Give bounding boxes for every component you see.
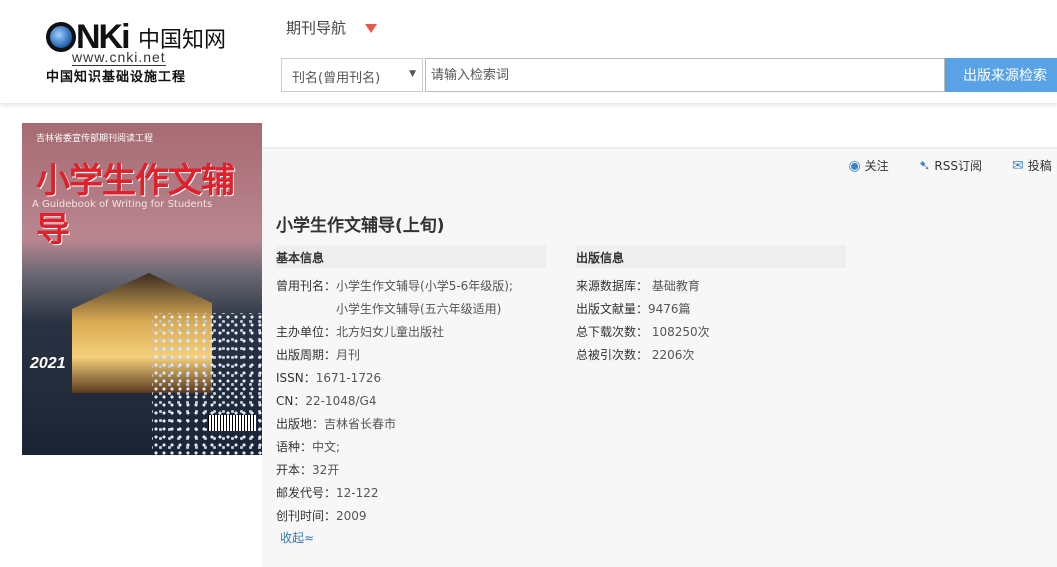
info-row: 创刊时间：2009 [276, 507, 367, 524]
former-names-row: 曾用刊名：小学生作文辅导(小学5-6年级版); [276, 277, 513, 294]
rss-icon: ➷ [918, 157, 931, 174]
rss-button[interactable]: ➷ RSS订阅 [919, 157, 982, 174]
row-value: 小学生作文辅导(小学5-6年级版); [336, 279, 514, 293]
barcode [208, 415, 256, 431]
info-row: 语种：中文; [276, 438, 340, 455]
row-label: 出版周期： [276, 348, 337, 362]
follow-label: 关注 [864, 159, 889, 173]
row-value: 2009 [336, 509, 367, 523]
info-row: 总被引次数： 2206次 [576, 346, 694, 363]
info-row: ISSN：1671-1726 [276, 369, 381, 386]
row-value: 基础教育 [648, 279, 700, 293]
row-value: 22-1048/G4 [305, 394, 377, 408]
row-label: 曾用刊名： [276, 279, 337, 293]
globe-icon [46, 22, 76, 52]
journal-title: 小学生作文辅导(上旬) [276, 216, 445, 236]
info-row: 邮发代号：12-122 [276, 484, 379, 501]
journal-cover-image: 吉林省委宣传部期刊阅读工程 小学生作文辅导 A Guidebook of Wri… [22, 123, 262, 455]
submit-label: 投稿 [1027, 159, 1052, 173]
row-label: 创刊时间： [276, 509, 337, 523]
cover-year: 2021 [30, 355, 66, 372]
row-value: 中文; [312, 440, 341, 454]
search-button[interactable]: 出版来源检索 [945, 58, 1057, 92]
mail-icon: ✉ [1012, 157, 1024, 174]
row-value: 12-122 [336, 486, 379, 500]
basic-info-heading: 基本信息 [276, 245, 546, 268]
logo-url: www.cnki.net [72, 49, 166, 66]
caret-down-icon: ▼ [409, 69, 416, 79]
collapse-link[interactable]: 收起≈ [280, 529, 314, 546]
search-field-selected: 刊名(曾用刊名) [292, 71, 381, 86]
info-row: 来源数据库： 基础教育 [576, 277, 700, 294]
row-label: 出版地： [276, 417, 325, 431]
cover-subtitle: A Guidebook of Writing for Students [32, 199, 213, 210]
submit-button[interactable]: ✉ 投稿 [1012, 157, 1057, 174]
cnki-logo[interactable]: NKi 中国知网 www.cnki.net 中国知识基础设施工程 [46, 18, 231, 85]
row-value: 9476篇 [648, 302, 691, 316]
follow-button[interactable]: ◉ 关注 [848, 157, 888, 174]
row-label: 开本： [276, 463, 313, 477]
row-label: 总下载次数： [576, 325, 649, 339]
row-value: 108250次 [648, 325, 710, 339]
info-row: 出版周期：月刊 [276, 346, 360, 363]
row-label: ISSN： [276, 371, 316, 385]
action-bar: ◉ 关注 ➷ RSS订阅 ✉ 投稿 [818, 157, 1057, 174]
row-label: 总被引次数： [576, 348, 649, 362]
cover-snow [152, 313, 262, 455]
search-input[interactable] [425, 58, 945, 92]
info-row: 出版文献量：9476篇 [576, 300, 691, 317]
info-row: 开本：32开 [276, 461, 339, 478]
row-label: 出版文献量： [576, 302, 649, 316]
row-label: 来源数据库： [576, 279, 649, 293]
publish-info-heading: 出版信息 [576, 245, 846, 268]
eye-icon: ◉ [848, 157, 861, 174]
row-value: 月刊 [336, 348, 361, 362]
row-label: CN： [276, 394, 306, 408]
cover-top-text: 吉林省委宣传部期刊阅读工程 [36, 134, 154, 144]
header: NKi 中国知网 www.cnki.net 中国知识基础设施工程 期刊导航 刊名… [0, 0, 1057, 103]
row-value: 2206次 [648, 348, 695, 362]
dropdown-arrow-icon[interactable] [365, 24, 377, 33]
row-label: 主办单位： [276, 325, 337, 339]
rss-label: RSS订阅 [934, 159, 982, 173]
info-row: 主办单位：北方妇女儿童出版社 [276, 323, 444, 340]
logo-subtitle: 中国知识基础设施工程 [46, 70, 187, 85]
row-label: 邮发代号： [276, 486, 337, 500]
info-row: CN：22-1048/G4 [276, 392, 376, 409]
row-value: 1671-1726 [315, 371, 382, 385]
row-value: 32开 [312, 463, 340, 477]
info-row: 总下载次数： 108250次 [576, 323, 710, 340]
journal-nav-menu[interactable]: 期刊导航 [286, 17, 346, 38]
info-row: 出版地：吉林省长春市 [276, 415, 396, 432]
row-label: 语种： [276, 440, 313, 454]
search-field-select[interactable]: 刊名(曾用刊名) ▼ [281, 58, 423, 92]
row-value: 吉林省长春市 [324, 417, 397, 431]
former-names-row-2: 小学生作文辅导(五六年级适用) [336, 302, 502, 316]
row-value: 北方妇女儿童出版社 [336, 325, 445, 339]
